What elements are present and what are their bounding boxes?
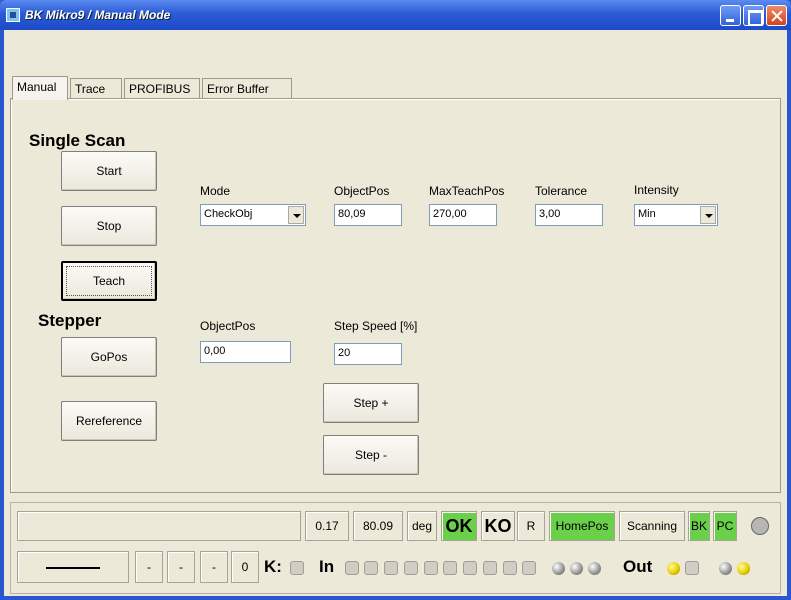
value1-display: 0.17 [305,511,349,541]
manual-tab-panel: Single Scan Start Stop Teach Mode CheckO… [10,98,781,493]
in-led-8-icon [483,561,497,575]
step-minus-button[interactable]: Step - [323,435,419,475]
bk-indicator: BK [688,511,710,541]
gopos-button[interactable]: GoPos [61,337,157,377]
stepper-heading: Stepper [38,311,102,330]
in-led-9-icon [503,561,517,575]
in-led-5-icon [424,561,438,575]
teach-button-label: Teach [92,274,126,288]
in-led-2-icon [364,561,378,575]
in-led-7-icon [463,561,477,575]
objectpos-label: ObjectPos [334,184,390,198]
tolerance-input[interactable]: 3,00 [535,204,603,226]
chevron-down-icon[interactable] [700,206,716,224]
out-label: Out [623,557,653,576]
pc-indicator: PC [713,511,737,541]
mode-select[interactable]: CheckObj [200,204,306,226]
r-indicator: R [517,511,545,541]
ok-indicator: OK [441,511,477,541]
stop-button-label: Stop [96,219,122,233]
rereference-button[interactable]: Rereference [61,401,157,441]
tolerance-label: Tolerance [535,184,588,198]
ko-indicator: KO [481,511,515,541]
mode-value: CheckObj [204,208,253,220]
maxteachpos-label: MaxTeachPos [429,184,505,198]
chevron-down-icon[interactable] [288,206,304,224]
tab-error-buffer[interactable]: Error Buffer [202,78,292,100]
gopos-button-label: GoPos [90,350,128,364]
in-lamp-1-icon [552,562,565,575]
intensity-select[interactable]: Min [634,204,718,226]
in-led-4-icon [404,561,418,575]
tab-trace[interactable]: Trace [70,78,122,100]
in-lamp-2-icon [570,562,583,575]
single-scan-heading: Single Scan [29,131,126,150]
window-title: BK Mikro9 / Manual Mode [25,8,171,22]
tab-profibus[interactable]: PROFIBUS [124,78,200,100]
in-led-6-icon [443,561,457,575]
app-icon [6,8,20,22]
title-bar[interactable]: BK Mikro9 / Manual Mode [0,0,791,30]
dash-field-2: - [167,551,195,583]
step-speed-input[interactable]: 20 [334,343,402,365]
in-led-10-icon [522,561,536,575]
in-label: In [319,557,335,576]
start-button-label: Start [96,164,122,178]
step-speed-label: Step Speed [%] [334,319,418,333]
client-area: Manual Trace PROFIBUS Error Buffer Singl… [4,30,787,596]
app-window: BK Mikro9 / Manual Mode Manual Trace PRO… [0,0,791,600]
value2-display: 80.09 [353,511,403,541]
scanning-indicator: Scanning [619,511,685,541]
dash-field-1: - [135,551,163,583]
maximize-button[interactable] [743,5,764,26]
maxteachpos-input[interactable]: 270,00 [429,204,497,226]
homepos-indicator: HomePos [549,511,615,541]
mode-label: Mode [200,184,231,198]
minimize-button[interactable] [720,5,741,26]
k-label: K: [264,557,282,576]
unit-display: deg [407,511,437,541]
zero-field: 0 [231,551,259,583]
out-lamp-3-icon [737,562,750,575]
stop-button[interactable]: Stop [61,206,157,246]
in-led-1-icon [345,561,359,575]
in-led-3-icon [384,561,398,575]
start-button[interactable]: Start [61,151,157,191]
k-led-icon [290,561,304,575]
dash-field-3: - [200,551,228,583]
out-lamp-1-icon [667,562,680,575]
message-field [17,511,301,541]
signal-field [17,551,129,583]
out-led-icon [685,561,699,575]
in-lamp-3-icon [588,562,601,575]
tab-manual[interactable]: Manual [12,76,68,100]
intensity-label: Intensity [634,183,679,197]
connection-indicator-icon [751,517,769,535]
objectpos-input[interactable]: 80,09 [334,204,402,226]
teach-button[interactable]: Teach [61,261,157,301]
close-button[interactable] [766,5,787,26]
intensity-value: Min [638,208,656,220]
line-icon [46,567,100,569]
rereference-button-label: Rereference [75,414,143,428]
step-minus-label: Step - [354,448,387,462]
stepper-objectpos-input[interactable]: 0,00 [200,341,291,363]
step-plus-button[interactable]: Step + [323,383,419,423]
step-plus-label: Step + [353,396,389,410]
status-bar: 0.17 80.09 deg OK KO R HomePos Scanning … [10,502,781,594]
stepper-objectpos-label: ObjectPos [200,319,256,333]
out-lamp-2-icon [719,562,732,575]
